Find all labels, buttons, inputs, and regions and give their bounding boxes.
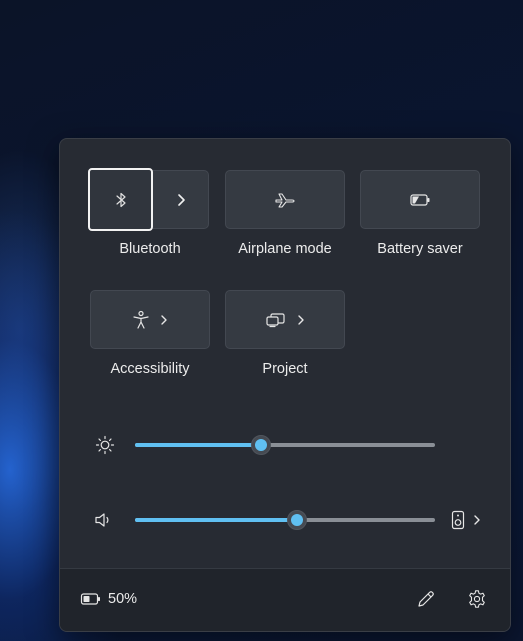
audio-output-device-icon [451,510,465,530]
brightness-slider-fill [135,443,261,447]
bluetooth-expand-button[interactable] [153,170,209,229]
brightness-icon [95,435,115,455]
edit-quick-settings-button[interactable] [412,585,440,613]
chevron-right-icon [160,314,168,326]
chevron-right-icon [473,514,481,526]
chevron-right-icon [297,314,305,326]
airplane-mode-button[interactable] [225,170,345,229]
accessibility-icon [132,310,150,330]
bluetooth-toggle-button[interactable] [88,168,153,231]
battery-status[interactable]: 50% [80,589,137,609]
accessibility-button[interactable] [90,290,210,349]
quick-settings-footer: 50% [60,568,510,631]
brightness-slider[interactable] [135,435,435,455]
project-icon [265,312,287,328]
battery-icon [80,592,102,606]
volume-slider[interactable] [135,510,435,530]
brightness-slider-thumb[interactable] [251,435,271,455]
pencil-icon [416,589,436,609]
quick-settings-panel: Bluetooth Airplane mode Battery saver Ac… [59,138,511,632]
airplane-icon [274,191,296,209]
battery-saver-button[interactable] [360,170,480,229]
battery-percentage: 50% [108,591,138,607]
gear-icon [467,589,487,609]
bluetooth-icon [114,191,128,209]
project-button[interactable] [225,290,345,349]
chevron-right-icon [176,193,186,207]
volume-slider-thumb[interactable] [287,510,307,530]
battery-saver-label: Battery saver [377,241,463,257]
project-label: Project [262,361,308,377]
volume-slider-fill [135,518,297,522]
speaker-icon[interactable] [93,510,115,530]
settings-button[interactable] [463,585,491,613]
battery-saver-icon [408,192,432,208]
audio-output-select-button[interactable] [446,509,486,531]
